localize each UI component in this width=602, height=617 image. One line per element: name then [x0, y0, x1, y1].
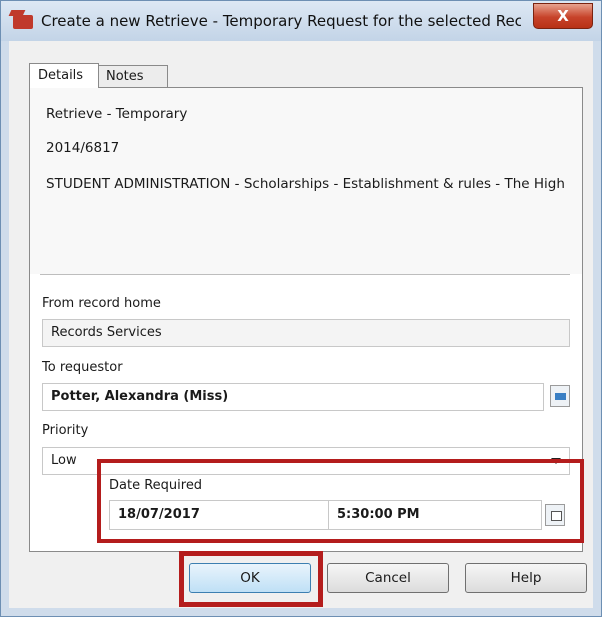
record-type: Retrieve - Temporary — [46, 106, 188, 122]
record-number: 2014/6817 — [46, 140, 120, 156]
tab-notes[interactable]: Notes — [97, 65, 168, 87]
record-title: STUDENT ADMINISTRATION - Scholarships - … — [46, 176, 566, 192]
calendar-icon — [551, 511, 562, 521]
time-required-field[interactable]: 5:30:00 PM — [328, 500, 542, 530]
from-record-home-field: Records Services — [42, 319, 570, 347]
requestor-picker-button[interactable] — [550, 385, 570, 407]
tab-details[interactable]: Details — [29, 63, 99, 88]
folder-icon — [555, 393, 566, 400]
to-requestor-field[interactable]: Potter, Alexandra (Miss) — [42, 383, 544, 411]
cancel-button[interactable]: Cancel — [327, 563, 449, 593]
from-record-home-label: From record home — [42, 296, 161, 311]
priority-value: Low — [51, 453, 77, 468]
to-requestor-label: To requestor — [42, 360, 123, 375]
window-title: Create a new Retrieve - Temporary Reques… — [41, 12, 521, 30]
close-icon: X — [557, 7, 569, 25]
close-button[interactable]: X — [533, 3, 593, 29]
divider — [40, 274, 570, 275]
calendar-button[interactable] — [545, 504, 565, 526]
priority-label: Priority — [42, 423, 89, 438]
dialog-window: Create a new Retrieve - Temporary Reques… — [0, 0, 602, 617]
help-button[interactable]: Help — [465, 563, 587, 593]
folder-icon — [13, 15, 33, 29]
date-required-label: Date Required — [109, 478, 203, 493]
ok-button-highlight — [179, 551, 323, 607]
title-bar[interactable]: Create a new Retrieve - Temporary Reques… — [1, 1, 601, 41]
dialog-body: Details Notes Retrieve - Temporary 2014/… — [9, 41, 593, 608]
date-required-field[interactable]: 18/07/2017 — [109, 500, 341, 530]
